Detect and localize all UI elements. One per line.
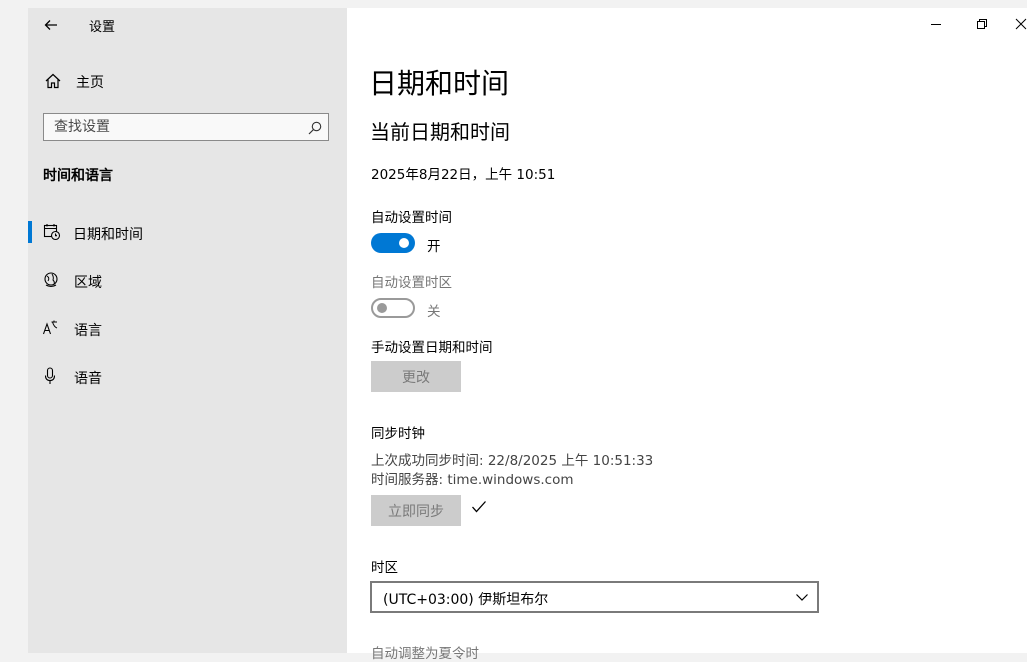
- last-sync-text: 上次成功同步时间: 22/8/2025 上午 10:51:33: [371, 453, 654, 469]
- sidebar-item-label: 区域: [74, 275, 102, 291]
- sidebar-item-label: 语音: [74, 371, 102, 387]
- sidebar-item-label: 日期和时间: [73, 227, 143, 243]
- minimize-icon: [931, 24, 941, 25]
- back-arrow-icon: [44, 20, 57, 30]
- section-title: 时间和语言: [43, 168, 113, 184]
- manual-datetime-label: 手动设置日期和时间: [371, 340, 493, 356]
- sidebar-item-home-label: 主页: [76, 75, 104, 91]
- checkmark-icon: [471, 499, 487, 518]
- restore-icon: [977, 19, 987, 29]
- search-icon[interactable]: [308, 120, 322, 135]
- timezone-value: (UTC+03:00) 伊斯坦布尔: [383, 592, 549, 608]
- timezone-label: 时区: [371, 560, 398, 576]
- desktop-strip: [0, 0, 1027, 8]
- timezone-dropdown[interactable]: (UTC+03:00) 伊斯坦布尔: [370, 581, 819, 613]
- auto-timezone-state: 关: [427, 304, 441, 320]
- search-box[interactable]: [43, 113, 329, 141]
- home-icon: [44, 72, 62, 90]
- globe-icon: [43, 271, 61, 289]
- time-server-text: 时间服务器: time.windows.com: [371, 472, 574, 488]
- auto-timezone-toggle[interactable]: [371, 298, 415, 318]
- auto-time-toggle[interactable]: [371, 233, 415, 253]
- sync-heading: 同步时钟: [371, 426, 425, 442]
- page-title: 日期和时间: [369, 67, 510, 100]
- microphone-icon: [43, 367, 61, 385]
- sidebar-item-label: 语言: [74, 323, 102, 339]
- calendar-clock-icon: [43, 223, 61, 241]
- auto-time-label: 自动设置时间: [371, 210, 452, 226]
- back-button[interactable]: [38, 12, 64, 38]
- close-icon: [1015, 18, 1027, 30]
- current-datetime-heading: 当前日期和时间: [370, 120, 510, 144]
- close-button[interactable]: [1015, 12, 1027, 36]
- minimize-button[interactable]: [924, 12, 948, 36]
- auto-time-state: 开: [427, 239, 441, 255]
- language-icon: [42, 319, 60, 337]
- auto-timezone-label: 自动设置时区: [371, 275, 452, 291]
- chevron-down-icon: [796, 594, 808, 601]
- sync-now-button[interactable]: 立即同步: [371, 495, 461, 526]
- window-title: 设置: [89, 20, 116, 35]
- current-datetime-value: 2025年8月22日，上午 10:51: [371, 167, 556, 183]
- toggle-knob: [377, 303, 387, 313]
- restore-button[interactable]: [970, 12, 994, 36]
- search-input[interactable]: [44, 114, 304, 140]
- change-button[interactable]: 更改: [371, 361, 461, 392]
- toggle-knob: [399, 238, 409, 248]
- dst-label: 自动调整为夏令时: [371, 646, 479, 662]
